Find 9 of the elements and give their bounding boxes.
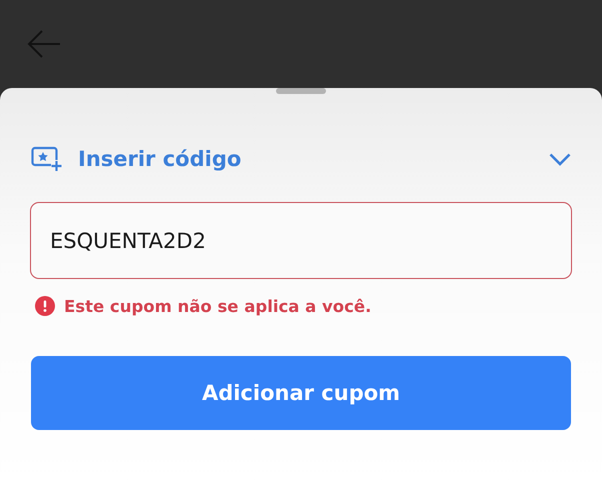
add-coupon-button[interactable]: Adicionar cupom — [31, 356, 571, 430]
drag-handle[interactable] — [276, 88, 326, 94]
back-button[interactable] — [26, 28, 62, 60]
ticket-star-icon — [31, 146, 62, 172]
chevron-icon — [549, 152, 571, 166]
coupon-section-header[interactable]: Inserir código — [31, 146, 571, 172]
error-message: Este cupom não se aplica a você. — [64, 296, 372, 316]
error-icon — [35, 296, 55, 316]
coupon-code-field[interactable]: ESQUENTA2D2 — [30, 202, 572, 279]
